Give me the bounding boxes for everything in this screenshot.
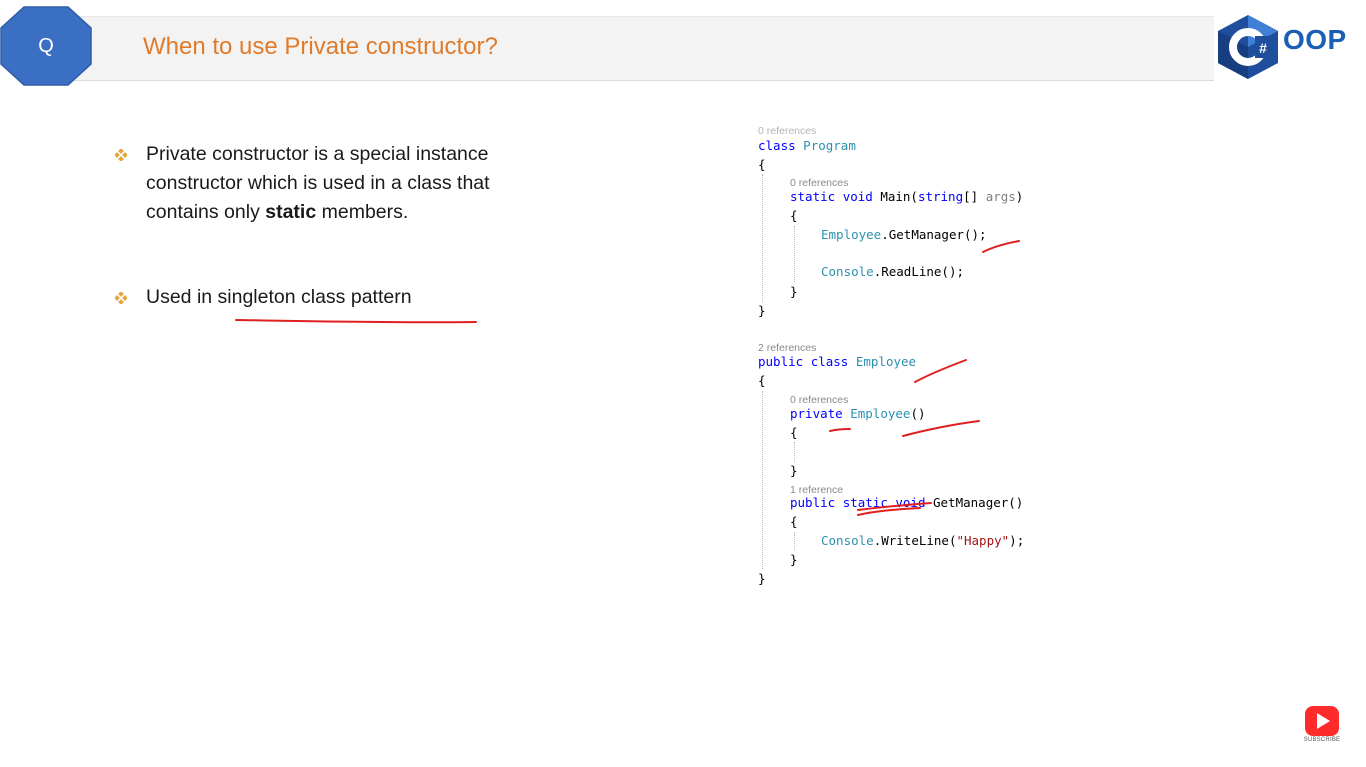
indent-guide	[794, 226, 795, 282]
bullet-private-constructor-definition: Private constructor is a special instanc…	[146, 140, 546, 227]
red-ink-annotations	[235, 240, 1020, 516]
code-line-class-employee: public class Employee	[758, 354, 917, 369]
subscribe-label: SUBSCRIBE	[1303, 737, 1341, 743]
code-brace: }	[790, 463, 798, 478]
diamond-bullet-icon	[115, 149, 127, 161]
code-brace: {	[758, 373, 766, 388]
csharp-logo-icon: #	[1218, 15, 1278, 79]
diamond-bullet-icon	[115, 292, 127, 304]
play-icon	[1305, 706, 1339, 736]
code-brace: }	[758, 303, 766, 318]
code-brace: }	[790, 552, 798, 567]
indent-guide	[762, 391, 763, 569]
code-brace: }	[758, 571, 766, 586]
code-line-readline: Console.ReadLine();	[821, 264, 964, 279]
code-brace: }	[790, 284, 798, 299]
slide-title: When to use Private constructor?	[143, 33, 498, 60]
svg-text:#: #	[1259, 40, 1267, 56]
code-line-class-program: class Program	[758, 138, 856, 153]
bullet-2-text: Used in singleton class pattern	[146, 286, 412, 308]
indent-guide	[794, 532, 795, 550]
code-snippet: 0 references class Program { 0 reference…	[758, 125, 1058, 598]
question-badge-label: Q	[38, 35, 54, 57]
code-line-ctor: private Employee()	[790, 406, 926, 421]
indent-guide	[794, 442, 795, 462]
bullet-1-bold: static	[265, 201, 317, 223]
code-brace: {	[758, 157, 766, 172]
code-brace: {	[790, 208, 798, 223]
bullet-1-text-end: members.	[316, 201, 409, 223]
code-line-writeline: Console.WriteLine("Happy");	[821, 533, 1025, 548]
code-line-getmanager-call: Employee.GetManager();	[821, 227, 987, 242]
indent-guide	[762, 174, 763, 302]
oop-logo-text: OOP	[1283, 24, 1347, 55]
code-brace: {	[790, 514, 798, 529]
code-line-method: public static void GetManager()	[790, 495, 1024, 510]
bullet-singleton-pattern: Used in singleton class pattern	[146, 283, 546, 312]
code-brace: {	[790, 425, 798, 440]
code-line-main: static void Main(string[] args)	[790, 189, 1024, 204]
subscribe-button[interactable]: SUBSCRIBE	[1302, 704, 1342, 746]
